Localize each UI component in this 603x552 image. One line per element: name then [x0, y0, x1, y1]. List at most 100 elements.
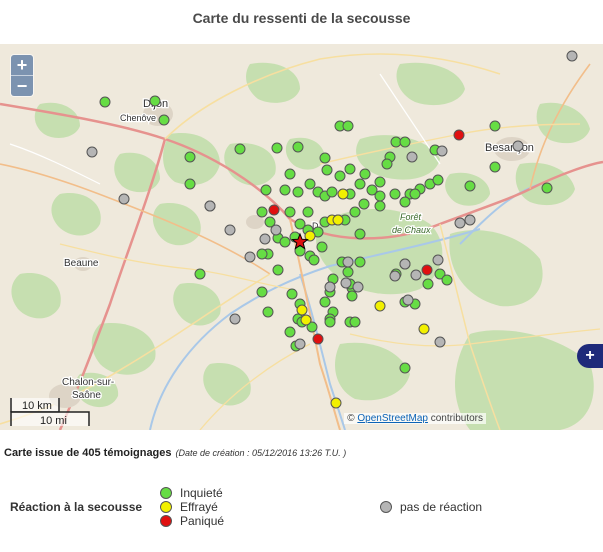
marker-inquiete[interactable]	[489, 120, 501, 132]
marker-pas[interactable]	[410, 269, 422, 281]
marker-inquiete[interactable]	[272, 264, 284, 276]
marker-inquiete[interactable]	[158, 114, 170, 126]
marker-pas[interactable]	[436, 145, 448, 157]
marker-inquiete[interactable]	[354, 228, 366, 240]
marker-pas[interactable]	[454, 217, 466, 229]
marker-pas[interactable]	[244, 251, 256, 263]
marker-pas[interactable]	[399, 258, 411, 270]
expand-button[interactable]: +	[577, 344, 603, 368]
marker-pas[interactable]	[464, 214, 476, 226]
marker-effraye[interactable]	[374, 300, 386, 312]
marker-pas[interactable]	[204, 200, 216, 212]
marker-inquiete[interactable]	[319, 296, 331, 308]
marker-inquiete[interactable]	[321, 164, 333, 176]
marker-inquiete[interactable]	[292, 186, 304, 198]
marker-effraye[interactable]	[300, 314, 312, 326]
marker-pas[interactable]	[224, 224, 236, 236]
marker-inquiete[interactable]	[184, 151, 196, 163]
marker-inquiete[interactable]	[359, 168, 371, 180]
marker-inquiete[interactable]	[422, 278, 434, 290]
marker-inquiete[interactable]	[432, 174, 444, 186]
marker-inquiete[interactable]	[342, 266, 354, 278]
marker-inquiete[interactable]	[346, 290, 358, 302]
marker-panique[interactable]	[421, 264, 433, 276]
marker-inquiete[interactable]	[194, 268, 206, 280]
map-canvas[interactable]: Dijon Chenôve Besançon Beaune Chalon-sur…	[0, 44, 603, 430]
marker-effraye[interactable]	[332, 214, 344, 226]
marker-pas[interactable]	[342, 256, 354, 268]
marker-inquiete[interactable]	[399, 136, 411, 148]
marker-inquiete[interactable]	[399, 196, 411, 208]
marker-inquiete[interactable]	[319, 152, 331, 164]
marker-pas[interactable]	[259, 233, 271, 245]
marker-pas[interactable]	[86, 146, 98, 158]
marker-inquiete[interactable]	[464, 180, 476, 192]
marker-panique[interactable]	[268, 204, 280, 216]
marker-pas[interactable]	[389, 270, 401, 282]
marker-inquiete[interactable]	[389, 188, 401, 200]
marker-pas[interactable]	[406, 151, 418, 163]
marker-inquiete[interactable]	[324, 316, 336, 328]
marker-inquiete[interactable]	[441, 274, 453, 286]
marker-inquiete[interactable]	[409, 188, 421, 200]
marker-inquiete[interactable]	[284, 326, 296, 338]
marker-panique[interactable]	[453, 129, 465, 141]
marker-inquiete[interactable]	[279, 236, 291, 248]
marker-inquiete[interactable]	[316, 241, 328, 253]
marker-inquiete[interactable]	[381, 158, 393, 170]
marker-inquiete[interactable]	[541, 182, 553, 194]
marker-inquiete[interactable]	[262, 306, 274, 318]
marker-inquiete[interactable]	[271, 142, 283, 154]
zoom-out-button[interactable]: −	[11, 75, 33, 96]
marker-inquiete[interactable]	[234, 143, 246, 155]
marker-inquiete[interactable]	[308, 254, 320, 266]
marker-effraye[interactable]	[330, 397, 342, 409]
marker-inquiete[interactable]	[349, 206, 361, 218]
marker-inquiete[interactable]	[149, 95, 161, 107]
openstreetmap-link[interactable]: OpenStreetMap	[357, 413, 428, 424]
marker-inquiete[interactable]	[342, 120, 354, 132]
marker-pas[interactable]	[294, 338, 306, 350]
marker-pas[interactable]	[432, 254, 444, 266]
marker-inquiete[interactable]	[292, 141, 304, 153]
marker-inquiete[interactable]	[302, 206, 314, 218]
marker-pas[interactable]	[566, 50, 578, 62]
marker-pas[interactable]	[340, 277, 352, 289]
marker-inquiete[interactable]	[286, 288, 298, 300]
marker-inquiete[interactable]	[334, 170, 346, 182]
marker-pas[interactable]	[434, 336, 446, 348]
marker-inquiete[interactable]	[279, 184, 291, 196]
marker-inquiete[interactable]	[326, 186, 338, 198]
zoom-in-button[interactable]: +	[11, 55, 33, 75]
marker-inquiete[interactable]	[256, 206, 268, 218]
marker-inquiete[interactable]	[354, 256, 366, 268]
marker-pas[interactable]	[270, 224, 282, 236]
marker-effraye[interactable]	[418, 323, 430, 335]
marker-inquiete[interactable]	[374, 200, 386, 212]
marker-inquiete[interactable]	[284, 168, 296, 180]
marker-panique[interactable]	[312, 333, 324, 345]
marker-inquiete[interactable]	[374, 190, 386, 202]
marker-inquiete[interactable]	[344, 163, 356, 175]
marker-inquiete[interactable]	[399, 362, 411, 374]
marker-inquiete[interactable]	[256, 248, 268, 260]
marker-inquiete[interactable]	[284, 206, 296, 218]
marker-pas[interactable]	[229, 313, 241, 325]
marker-pas[interactable]	[118, 193, 130, 205]
marker-effraye[interactable]	[296, 304, 308, 316]
marker-inquiete[interactable]	[374, 176, 386, 188]
marker-inquiete[interactable]	[304, 178, 316, 190]
marker-pas[interactable]	[324, 281, 336, 293]
marker-inquiete[interactable]	[349, 316, 361, 328]
marker-pas[interactable]	[352, 281, 364, 293]
marker-effraye[interactable]	[337, 188, 349, 200]
marker-inquiete[interactable]	[260, 184, 272, 196]
marker-pas[interactable]	[512, 140, 524, 152]
marker-pas[interactable]	[402, 294, 414, 306]
marker-inquiete[interactable]	[354, 178, 366, 190]
marker-inquiete[interactable]	[184, 178, 196, 190]
marker-inquiete[interactable]	[99, 96, 111, 108]
marker-inquiete[interactable]	[256, 286, 268, 298]
marker-inquiete[interactable]	[489, 161, 501, 173]
map[interactable]: Dijon Chenôve Besançon Beaune Chalon-sur…	[0, 44, 603, 430]
